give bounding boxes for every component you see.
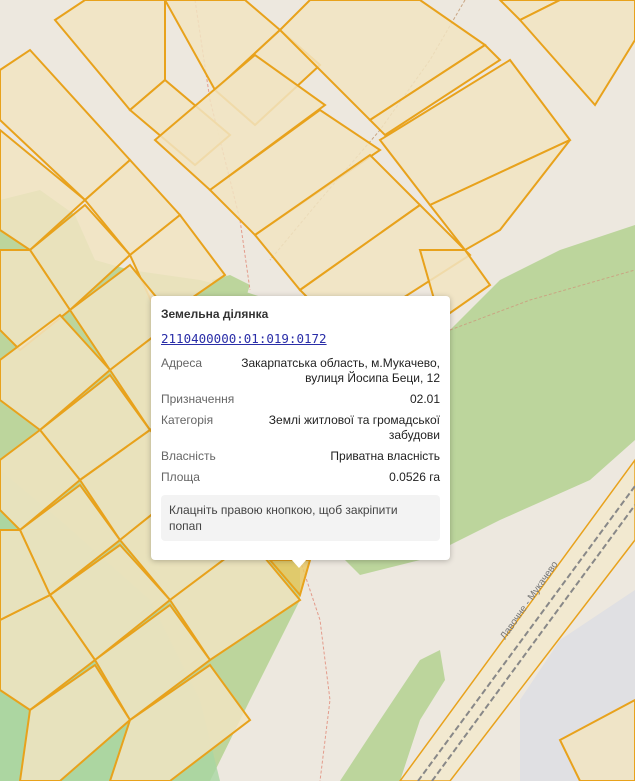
cadastral-number-link[interactable]: 2110400000:01:019:0172 (161, 331, 327, 346)
address-value: Закарпатська область, м.Мукачево, вулиця… (241, 356, 440, 385)
popup-title: Земельна ділянка (161, 307, 269, 321)
area-label: Площа (161, 470, 200, 484)
info-row-ownership: Власність Приватна власність (161, 449, 440, 464)
category-label: Категорія (161, 413, 214, 427)
area-value: 0.0526 га (389, 470, 440, 484)
info-row-category: Категорія Землі житлової та громадської … (161, 413, 440, 443)
pin-popup-hint: Клацніть правою кнопкою, щоб закріпити п… (161, 495, 440, 541)
category-value: Землі житлової та громадської забудови (268, 413, 440, 442)
info-row-area: Площа 0.0526 га (161, 470, 440, 485)
purpose-value: 02.01 (409, 392, 440, 406)
purpose-label: Призначення (161, 392, 235, 406)
info-row-purpose: Призначення 02.01 (161, 392, 440, 407)
popup-pointer (291, 559, 307, 568)
ownership-label: Власність (161, 449, 216, 463)
address-label: Адреса (161, 356, 203, 370)
ownership-value: Приватна власність (330, 449, 440, 463)
parcel-info-popup: Земельна ділянка 2110400000:01:019:0172 … (151, 296, 450, 560)
info-row-address: Адреса Закарпатська область, м.Мукачево,… (161, 356, 440, 386)
